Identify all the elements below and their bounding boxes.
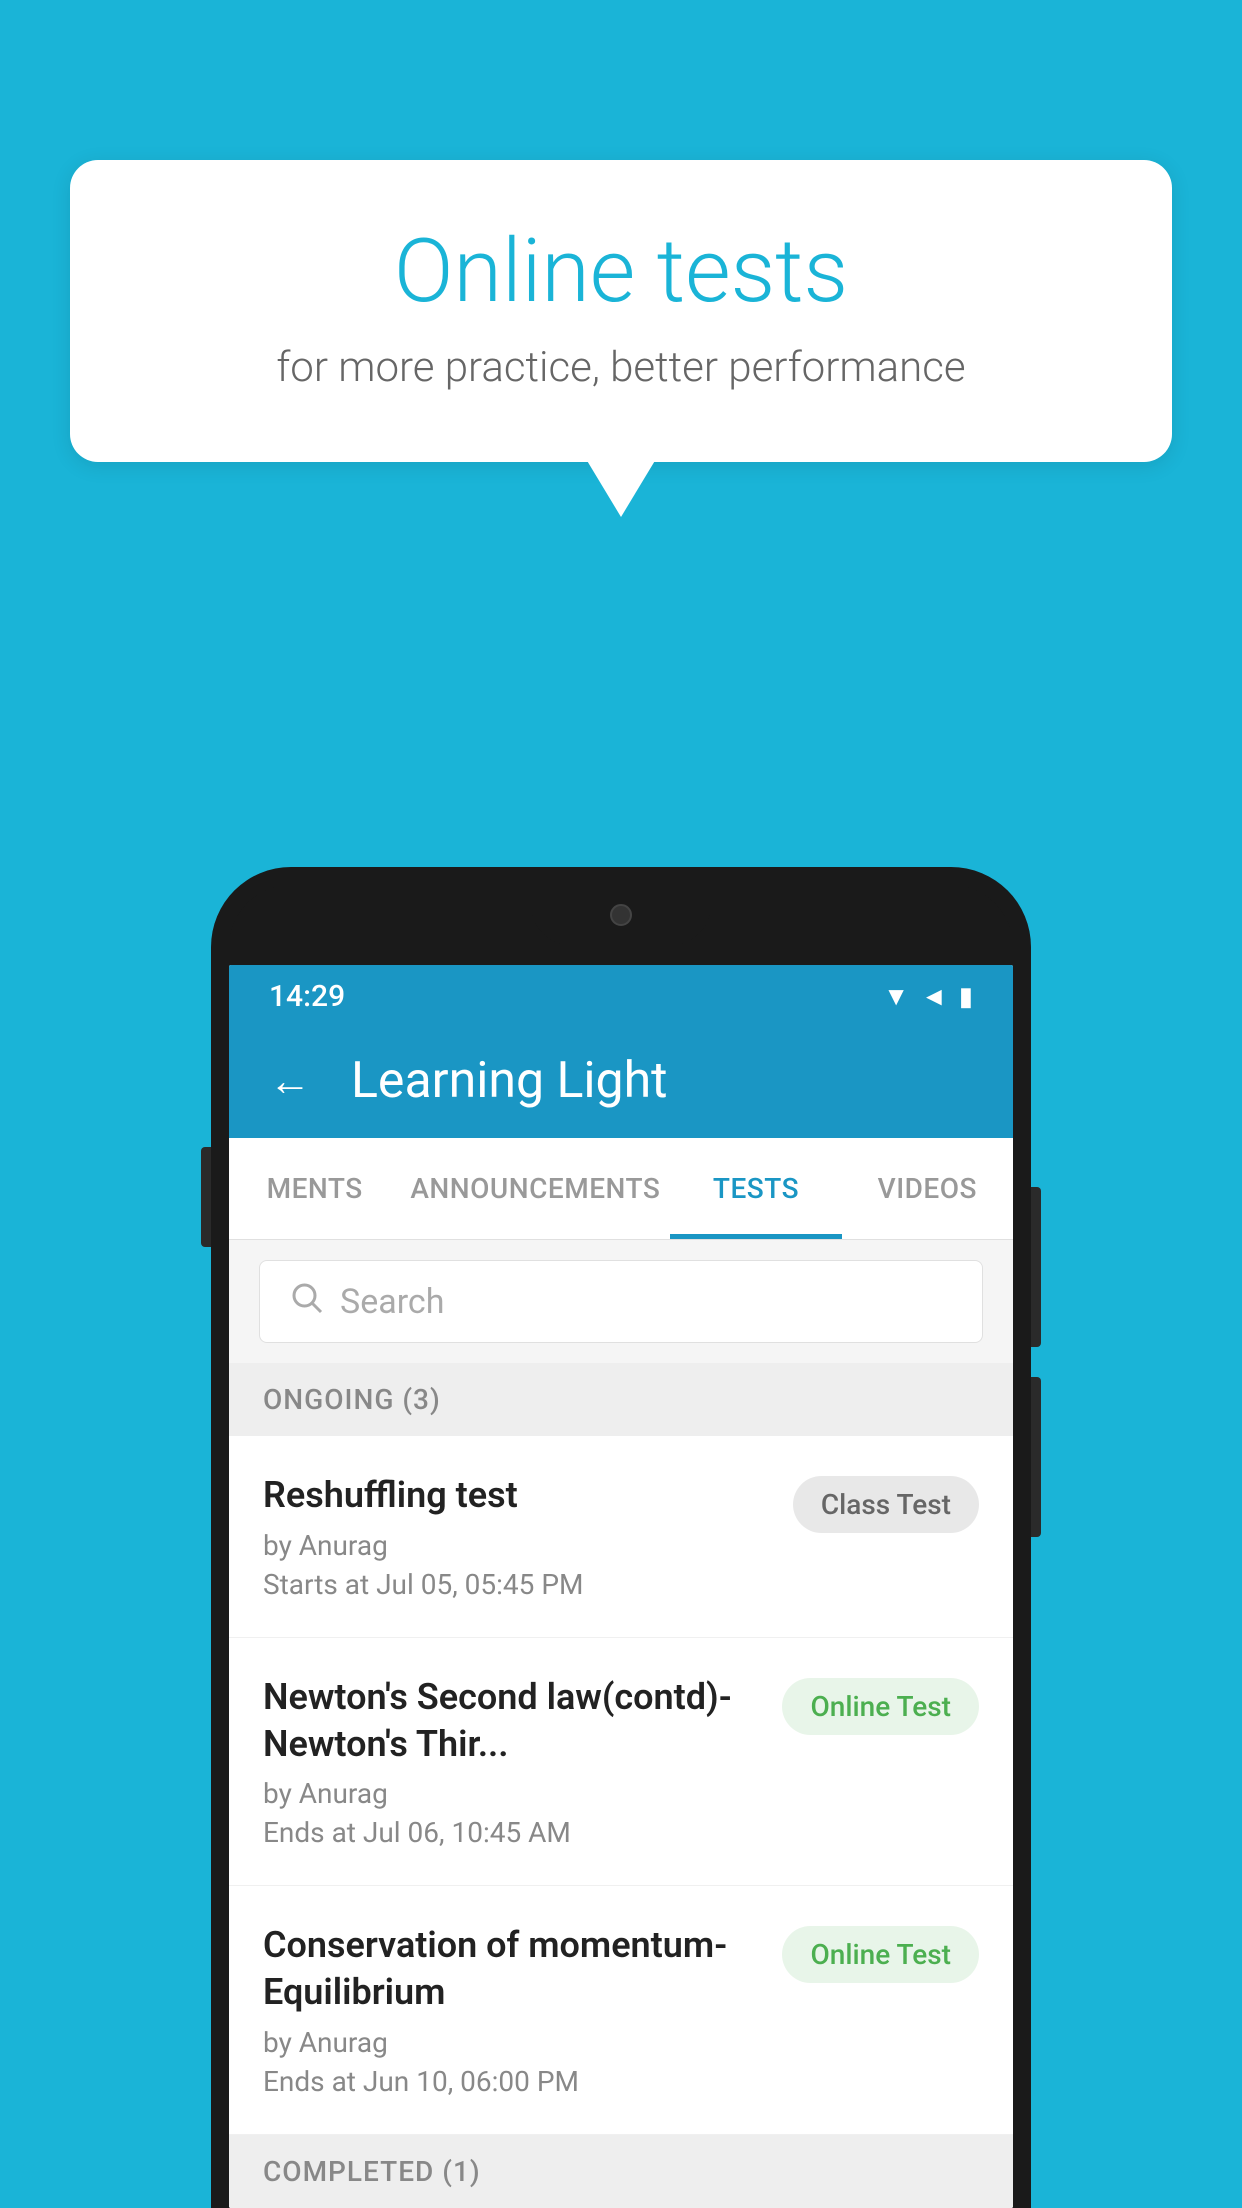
phone-power-button xyxy=(1031,1187,1041,1347)
search-container: Search xyxy=(229,1240,1013,1363)
phone-outer-shell: 14:29 ▼ ◄ ▮ ← Learning Light MENTS ANNOU… xyxy=(211,867,1031,2208)
speech-bubble-container: Online tests for more practice, better p… xyxy=(70,160,1172,462)
test-badge-online: Online Test xyxy=(782,1926,979,1983)
phone-device: 14:29 ▼ ◄ ▮ ← Learning Light MENTS ANNOU… xyxy=(211,867,1031,2208)
tab-videos[interactable]: VIDEOS xyxy=(842,1138,1013,1239)
search-icon xyxy=(288,1279,324,1324)
test-item[interactable]: Conservation of momentum-Equilibrium by … xyxy=(229,1886,1013,2135)
test-item-date: Starts at Jul 05, 05:45 PM xyxy=(263,1568,773,1601)
test-item-date: Ends at Jul 06, 10:45 AM xyxy=(263,1816,762,1849)
tab-announcements[interactable]: ANNOUNCEMENTS xyxy=(400,1138,670,1239)
status-bar: 14:29 ▼ ◄ ▮ xyxy=(229,965,1013,1024)
phone-content: Search ONGOING (3) Reshuffling test by A… xyxy=(229,1240,1013,2208)
test-item-author: by Anurag xyxy=(263,1529,773,1562)
signal-icon: ◄ xyxy=(921,981,947,1012)
status-icons: ▼ ◄ ▮ xyxy=(883,981,973,1012)
test-item-author: by Anurag xyxy=(263,1777,762,1810)
search-bar[interactable]: Search xyxy=(259,1260,983,1343)
completed-label: COMPLETED (1) xyxy=(263,2155,481,2188)
test-item[interactable]: Reshuffling test by Anurag Starts at Jul… xyxy=(229,1436,1013,1638)
test-item-title: Conservation of momentum-Equilibrium xyxy=(263,1922,762,2016)
test-item-date: Ends at Jun 10, 06:00 PM xyxy=(263,2065,762,2098)
tab-bar: MENTS ANNOUNCEMENTS TESTS VIDEOS xyxy=(229,1138,1013,1240)
front-camera xyxy=(610,904,632,926)
app-title: Learning Light xyxy=(351,1052,668,1110)
back-button[interactable]: ← xyxy=(269,1057,311,1106)
speech-bubble-subtitle: for more practice, better performance xyxy=(150,343,1092,392)
test-item-author: by Anurag xyxy=(263,2026,762,2059)
test-badge-online: Online Test xyxy=(782,1678,979,1735)
phone-notch xyxy=(531,885,711,945)
phone-volume-down-button xyxy=(1031,1377,1041,1537)
phone-volume-button xyxy=(201,1147,211,1247)
test-badge-class: Class Test xyxy=(793,1476,979,1533)
test-item-content: Reshuffling test by Anurag Starts at Jul… xyxy=(263,1472,773,1601)
ongoing-section-header: ONGOING (3) xyxy=(229,1363,1013,1436)
app-bar: ← Learning Light xyxy=(229,1024,1013,1138)
wifi-icon: ▼ xyxy=(883,981,909,1012)
phone-screen: 14:29 ▼ ◄ ▮ ← Learning Light MENTS ANNOU… xyxy=(229,965,1013,2208)
battery-icon: ▮ xyxy=(959,982,973,1012)
test-item-content: Newton's Second law(contd)-Newton's Thir… xyxy=(263,1674,762,1850)
test-item-title: Newton's Second law(contd)-Newton's Thir… xyxy=(263,1674,762,1768)
test-item-title: Reshuffling test xyxy=(263,1472,773,1519)
tab-tests[interactable]: TESTS xyxy=(670,1138,841,1239)
speech-bubble-title: Online tests xyxy=(150,220,1092,323)
completed-section-header: COMPLETED (1) xyxy=(229,2135,1013,2208)
phone-notch-area xyxy=(229,885,1013,965)
speech-bubble: Online tests for more practice, better p… xyxy=(70,160,1172,462)
test-item-content: Conservation of momentum-Equilibrium by … xyxy=(263,1922,762,2098)
tab-assignments[interactable]: MENTS xyxy=(229,1138,400,1239)
ongoing-label: ONGOING (3) xyxy=(263,1383,441,1416)
test-list: Reshuffling test by Anurag Starts at Jul… xyxy=(229,1436,1013,2135)
status-time: 14:29 xyxy=(269,979,345,1014)
test-item[interactable]: Newton's Second law(contd)-Newton's Thir… xyxy=(229,1638,1013,1887)
search-input[interactable]: Search xyxy=(340,1282,444,1322)
